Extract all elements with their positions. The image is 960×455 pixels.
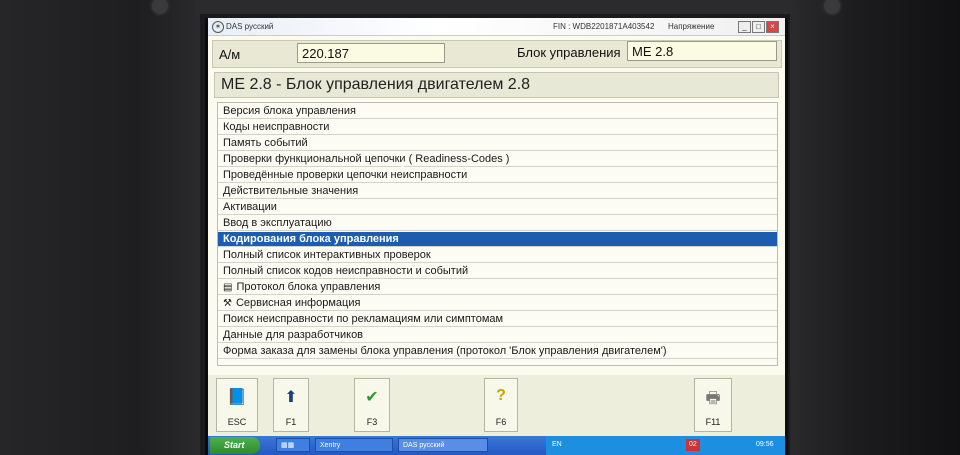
menu-item-label: Проверки функциональной цепочки ( Readin… <box>223 153 510 165</box>
document-icon: ▤ <box>223 282 233 293</box>
menu-item[interactable]: Ввод в эксплуатацию <box>218 216 777 231</box>
menu-item[interactable]: Версия блока управления <box>218 104 777 119</box>
tray-badge[interactable]: 02 <box>686 439 700 451</box>
menu-item-label: Полный список кодов неисправности и собы… <box>223 265 469 277</box>
menu-item[interactable]: Полный список интерактивных проверок <box>218 248 777 263</box>
fkey-f6-button[interactable]: ? F6 <box>484 378 518 432</box>
fkey-f11-button[interactable]: 🖶 F11 <box>694 378 732 432</box>
menu-item-label: Данные для разработчиков <box>223 329 364 341</box>
window-titlebar: ✶ DAS русский FIN : WDB2201871A403542 На… <box>208 18 785 36</box>
question-icon: ? <box>496 387 506 404</box>
menu-item-label: Полный список интерактивных проверок <box>223 249 431 261</box>
app-title: DAS русский <box>226 22 274 31</box>
minimize-button[interactable]: _ <box>738 21 751 33</box>
menu-item[interactable]: Память событий <box>218 136 777 151</box>
monitor-bezel-top <box>195 0 795 14</box>
menu-item-label: Проведённые проверки цепочки неисправнос… <box>223 169 468 181</box>
das-screen: ✶ DAS русский FIN : WDB2201871A403542 На… <box>205 18 788 455</box>
function-key-bar: 📘 ESC ⬆ F1 ✔ F3? F6 🖶 F11 <box>208 375 785 438</box>
fkey-label: F6 <box>495 417 507 427</box>
monitor-bezel-right <box>790 0 960 455</box>
fkey-f1-button[interactable]: ⬆ F1 <box>273 378 309 432</box>
menu-item-label: Поиск неисправности по рекламациям или с… <box>223 313 504 325</box>
menu-item-label: Активации <box>223 201 277 213</box>
menu-item-label: Память событий <box>223 137 308 149</box>
printer-icon: 🖶 <box>705 390 721 407</box>
menu-item[interactable]: Кодирования блока управления <box>218 232 777 247</box>
clock: 09:56 <box>756 441 774 448</box>
menu-item[interactable]: ▤ Протокол блока управления <box>218 280 777 295</box>
system-tray: EN 02 09:56 <box>546 436 785 455</box>
menu-item-label: Ввод в эксплуатацию <box>223 217 332 229</box>
monitor-bezel-left <box>0 0 200 455</box>
am-value-field: 220.187 <box>297 43 445 63</box>
menu-item[interactable]: ⚒ Сервисная информация <box>218 296 777 311</box>
fkey-label: ESC <box>227 417 247 427</box>
wrench-icon: ⚒ <box>223 298 232 309</box>
menu-item-label: Форма заказа для замены блока управления… <box>223 345 667 357</box>
menu-item-label: Протокол блока управления <box>236 281 381 293</box>
voltage-label: Напряжение <box>668 22 715 31</box>
fkey-label: F11 <box>705 417 721 427</box>
book-exit-icon: 📘 <box>227 389 247 406</box>
am-label: А/м <box>219 47 241 62</box>
menu-item-label: Коды неисправности <box>223 121 330 133</box>
taskbar-item-xentry[interactable]: Xentry <box>315 438 393 452</box>
menu-item-label: Сервисная информация <box>235 297 361 309</box>
maximize-button[interactable]: □ <box>752 21 765 33</box>
taskbar-item-das[interactable]: DAS русский <box>398 438 488 452</box>
ecu-value-field: ME 2.8 <box>627 41 777 61</box>
menu-item[interactable]: Коды неисправности <box>218 120 777 135</box>
fkey-f3-button[interactable]: ✔ F3 <box>354 378 390 432</box>
language-indicator[interactable]: EN <box>552 441 562 448</box>
menu-item[interactable]: Форма заказа для замены блока управления… <box>218 344 777 359</box>
menu-item-label: Кодирования блока управления <box>223 233 399 245</box>
fkey-label: F1 <box>285 417 297 427</box>
arrow-up-icon: ⬆ <box>284 389 298 406</box>
menu-item[interactable]: Проведённые проверки цепочки неисправнос… <box>218 168 777 183</box>
menu-item[interactable]: Данные для разработчиков <box>218 328 777 343</box>
menu-item-label: Версия блока управления <box>223 105 356 117</box>
start-button[interactable]: Start <box>210 437 260 454</box>
close-button[interactable]: × <box>766 21 779 33</box>
ecu-menu-list: Версия блока управления Коды неисправност… <box>217 102 778 366</box>
ecu-label: Блок управления <box>517 45 621 60</box>
menu-item[interactable]: Полный список кодов неисправности и собы… <box>218 264 777 279</box>
module-title: ME 2.8 - Блок управления двигателем 2.8 <box>214 72 779 98</box>
windows-taskbar: Start ▦▦ Xentry DAS русский EN 02 09:56 <box>208 436 785 455</box>
menu-item[interactable]: Действительные значения <box>218 184 777 199</box>
fkey-label: F3 <box>366 417 378 427</box>
menu-item[interactable]: Поиск неисправности по рекламациям или с… <box>218 312 777 327</box>
fin-label: FIN : WDB2201871A403542 <box>553 22 655 31</box>
vehicle-info-bar: А/м 220.187 Блок управления ME 2.8 <box>212 40 782 68</box>
quicklaunch-grid-icon[interactable]: ▦▦ <box>276 438 310 452</box>
fkey-esc-button[interactable]: 📘 ESC <box>216 378 258 432</box>
mercedes-star-icon: ✶ <box>212 21 224 33</box>
checkmark-icon: ✔ <box>365 389 379 406</box>
menu-item-label: Действительные значения <box>223 185 359 197</box>
menu-item[interactable]: Активации <box>218 200 777 215</box>
menu-item[interactable]: Проверки функциональной цепочки ( Readin… <box>218 152 777 167</box>
